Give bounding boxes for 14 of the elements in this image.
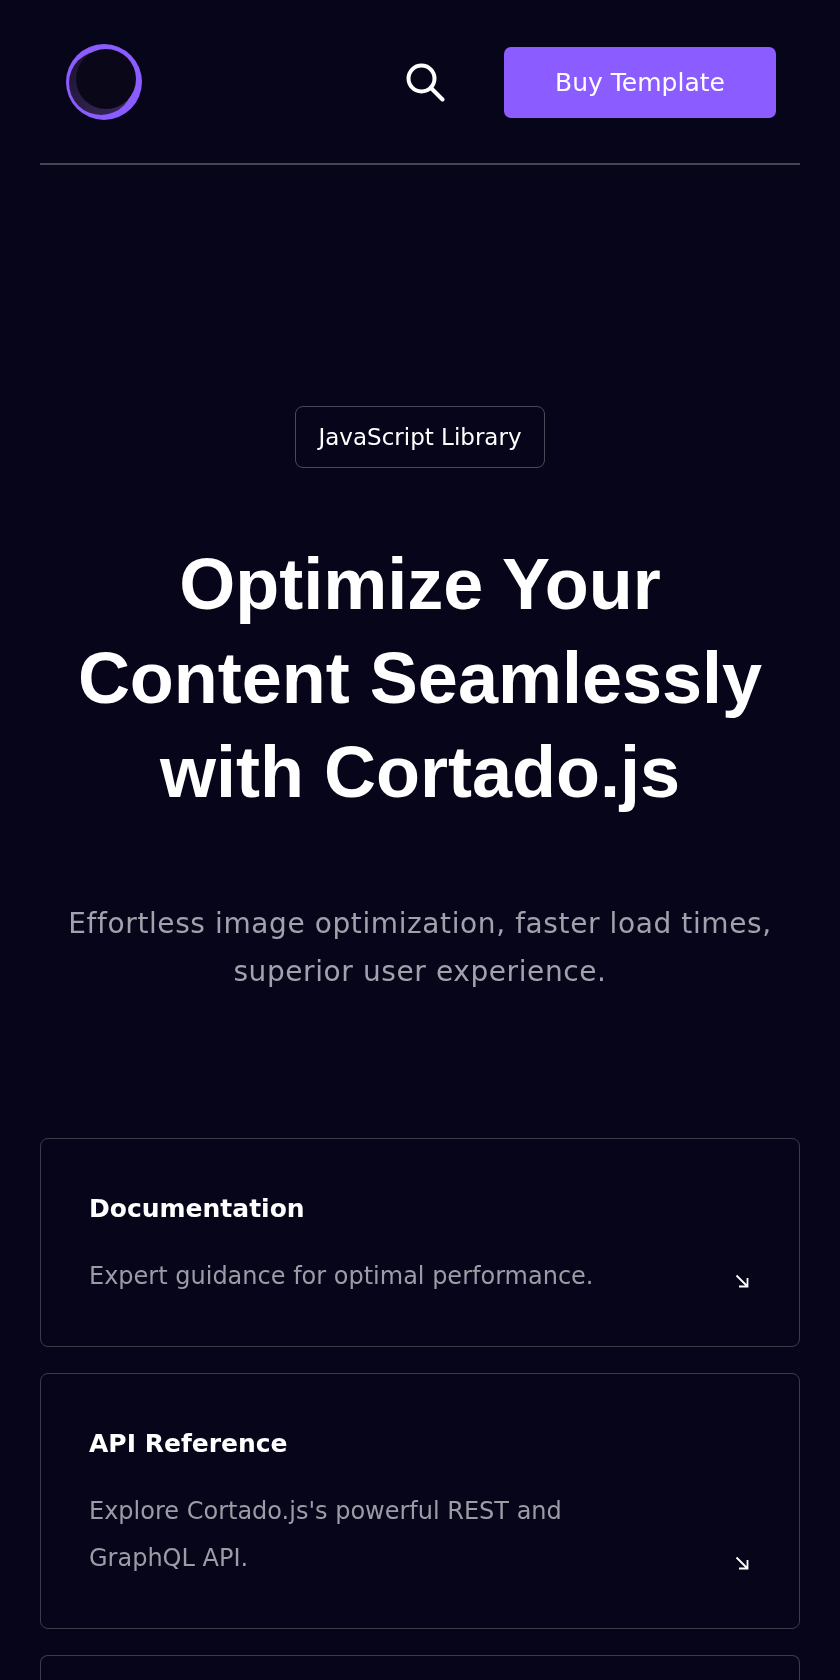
logo-icon[interactable]	[66, 44, 142, 120]
card-description: Explore Cortado.js's powerful REST and GraphQL API.	[89, 1496, 563, 1574]
link-card[interactable]: API Reference Explore Cortado.js's powerful REST and GraphQL API.	[40, 1373, 800, 1629]
hero-title: Optimize Your Content Seamlessly with Cortado.js	[76, 543, 764, 814]
buy-button[interactable]: Buy Template	[504, 46, 776, 118]
card-description: Expert guidance for optimal performance.	[89, 1261, 595, 1292]
card-title: Documentation	[89, 1193, 306, 1225]
hero-subtitle: Effortless image optimization, faster load times, superior user experience.	[67, 906, 773, 990]
card-title: API Reference	[89, 1428, 289, 1460]
arrow-icon	[735, 1556, 749, 1570]
search-icon[interactable]	[405, 62, 445, 102]
category-badge: JavaScript Library	[295, 406, 545, 468]
link-card[interactable]: Documentation Expert guidance for optimal performance.	[40, 1138, 800, 1347]
arrow-icon	[735, 1274, 749, 1288]
